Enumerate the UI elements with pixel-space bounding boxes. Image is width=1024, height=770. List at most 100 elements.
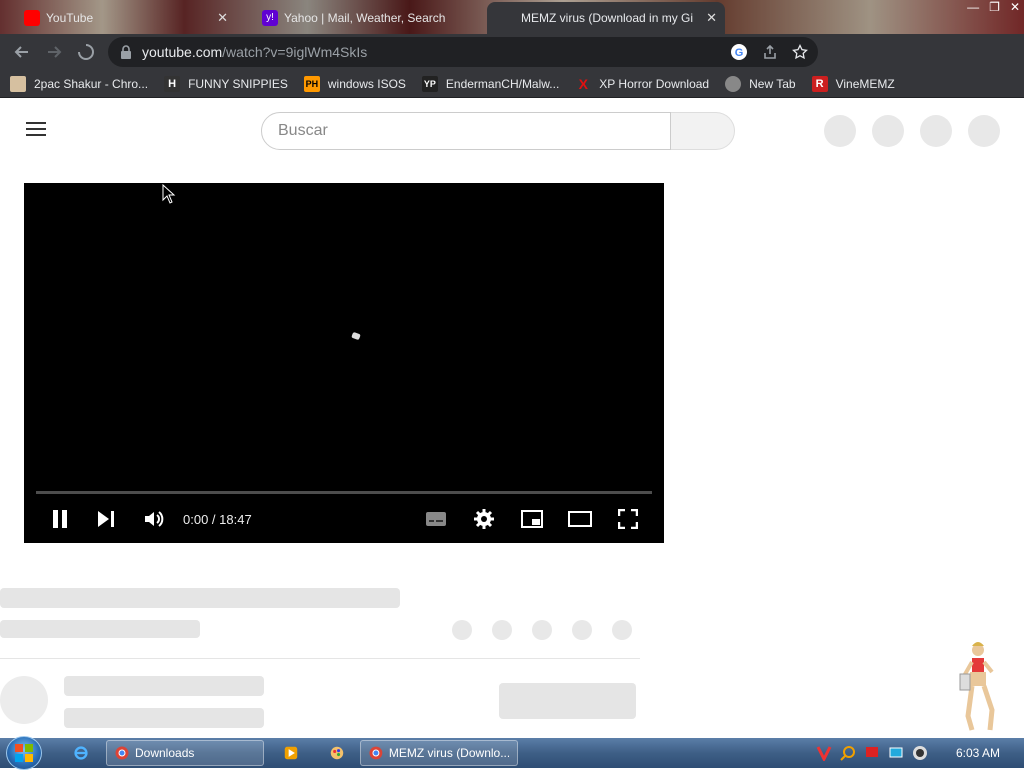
flag-tray-icon[interactable] [864, 745, 880, 761]
search-tray-icon[interactable] [840, 745, 856, 761]
taskbar-item-label: MEMZ virus (Downlo... [388, 746, 509, 760]
bookmark-funny-snippies[interactable]: H FUNNY SNIPPIES [164, 75, 288, 92]
skeleton-subscribe-button [499, 683, 636, 719]
bookmark-favicon-icon [10, 75, 26, 92]
window-controls: — ❐ ✕ [967, 0, 1020, 18]
clock[interactable]: 6:03 AM [956, 746, 1000, 760]
skeleton-channel-avatar [0, 676, 48, 724]
progress-bar[interactable] [36, 491, 652, 494]
star-icon[interactable] [792, 44, 808, 60]
back-button[interactable] [6, 36, 38, 68]
forward-button[interactable] [38, 36, 70, 68]
theater-mode-button[interactable] [568, 503, 592, 535]
close-icon[interactable]: ✕ [706, 10, 717, 26]
subtitles-button[interactable] [424, 503, 448, 535]
x-logo-icon: X [578, 75, 588, 92]
bookmark-label: windows ISOS [327, 76, 406, 91]
search-button[interactable] [671, 112, 735, 150]
pause-icon [53, 510, 67, 528]
miniplayer-button[interactable] [520, 503, 544, 535]
minimize-icon[interactable]: — [967, 0, 979, 18]
lock-icon [121, 45, 131, 59]
volume-tray-icon[interactable] [912, 745, 928, 761]
skeleton-avatar [920, 115, 952, 147]
url-text: youtube.com/watch?v=9iglWm4SkIs [142, 44, 367, 60]
skeleton-avatar [824, 115, 856, 147]
bookmark-windows-isos[interactable]: PH windows ISOS [303, 75, 406, 92]
downloads-taskbar-button[interactable]: Downloads [106, 740, 264, 766]
media-player-taskbar-button[interactable] [276, 740, 306, 766]
taskbar: Downloads MEMZ virus (Downlo... 6:03 AM [0, 736, 1024, 770]
tab-label: YouTube [46, 11, 94, 25]
chrome-memz-taskbar-button[interactable]: MEMZ virus (Downlo... [360, 740, 518, 766]
skeleton-action [452, 620, 472, 640]
skeleton-channel-name [64, 676, 264, 696]
skeleton-action [612, 620, 632, 640]
bookmark-endermanch[interactable]: YP EndermanCH/Malw... [421, 75, 559, 92]
skeleton-title [0, 588, 400, 608]
skeleton-avatar [872, 115, 904, 147]
paint-taskbar-button[interactable] [322, 740, 352, 766]
system-tray: 6:03 AM [816, 738, 1024, 768]
next-button[interactable] [94, 503, 118, 535]
bookmark-vinememz[interactable]: R VineMEMZ [811, 75, 895, 92]
bookmarks-bar: 2pac Shakur - Chro... H FUNNY SNIPPIES P… [0, 70, 1024, 98]
bookmark-label: 2pac Shakur - Chro... [34, 76, 149, 91]
player-controls: 0:00 / 18:47 [24, 503, 664, 535]
youtube-icon [24, 10, 40, 26]
bookmark-label: XP Horror Download [599, 76, 710, 91]
tab-yahoo[interactable]: y! Yahoo | Mail, Weather, Search [254, 4, 474, 32]
h-logo-icon: H [164, 75, 181, 92]
close-window-icon[interactable]: ✕ [1010, 0, 1020, 18]
network-tray-icon[interactable] [888, 745, 904, 761]
restore-icon[interactable]: ❐ [989, 0, 1000, 18]
close-icon[interactable]: ✕ [217, 10, 228, 26]
buffering-indicator [351, 331, 361, 341]
skip-next-icon [98, 511, 114, 527]
theater-mode-icon [568, 511, 592, 527]
tab-youtube[interactable]: YouTube ✕ [16, 4, 236, 32]
omnibox-actions: G [730, 37, 818, 67]
arrow-left-icon [14, 46, 28, 58]
r-logo-icon: R [811, 75, 828, 92]
bookmark-new-tab[interactable]: New Tab [725, 75, 796, 92]
divider [0, 658, 640, 659]
windows-logo-icon [15, 744, 33, 762]
search-input[interactable]: Buscar [261, 112, 671, 150]
share-icon[interactable] [762, 44, 778, 60]
chrome-icon [115, 746, 129, 760]
ph-logo-icon: PH [303, 75, 320, 92]
hamburger-menu-icon[interactable] [26, 122, 46, 138]
skeleton-action [532, 620, 552, 640]
skeleton-subtitle [0, 620, 200, 638]
address-bar[interactable]: youtube.com/watch?v=9iglWm4SkIs G [108, 37, 818, 67]
gear-icon [474, 509, 494, 529]
paint-icon [330, 746, 344, 760]
internet-explorer-taskbar-button[interactable] [66, 740, 96, 766]
pause-button[interactable] [48, 503, 72, 535]
volume-icon [145, 511, 164, 527]
tab-memz-video[interactable]: MEMZ virus (Download in my Gi ✕ [487, 2, 725, 34]
v-tray-icon[interactable] [816, 745, 832, 761]
url-host: youtube.com [142, 44, 223, 60]
internet-explorer-icon [74, 746, 88, 760]
loading-spinner-icon [78, 44, 94, 60]
stop-loading-button[interactable] [70, 36, 102, 68]
yahoo-icon: y! [262, 10, 278, 26]
new-tab-favicon-icon [725, 75, 742, 92]
start-button[interactable] [6, 736, 42, 770]
mouse-cursor-icon [162, 184, 176, 204]
settings-button[interactable] [472, 503, 496, 535]
bookmark-xp-horror[interactable]: X XP Horror Download [575, 75, 710, 92]
tab-label: MEMZ virus (Download in my Gi [521, 11, 694, 25]
mute-button[interactable] [142, 503, 166, 535]
bookmark-2pac[interactable]: 2pac Shakur - Chro... [10, 75, 149, 92]
dancing-girl-overlay [959, 642, 995, 731]
fullscreen-button[interactable] [616, 503, 640, 535]
skeleton-channel-subs [64, 708, 264, 728]
browser-toolbar: youtube.com/watch?v=9iglWm4SkIs G [0, 34, 1024, 97]
skeleton-action [492, 620, 512, 640]
google-lens-icon[interactable]: G [730, 43, 748, 61]
bookmark-label: New Tab [749, 76, 796, 91]
video-player[interactable]: 0:00 / 18:47 [24, 183, 664, 543]
